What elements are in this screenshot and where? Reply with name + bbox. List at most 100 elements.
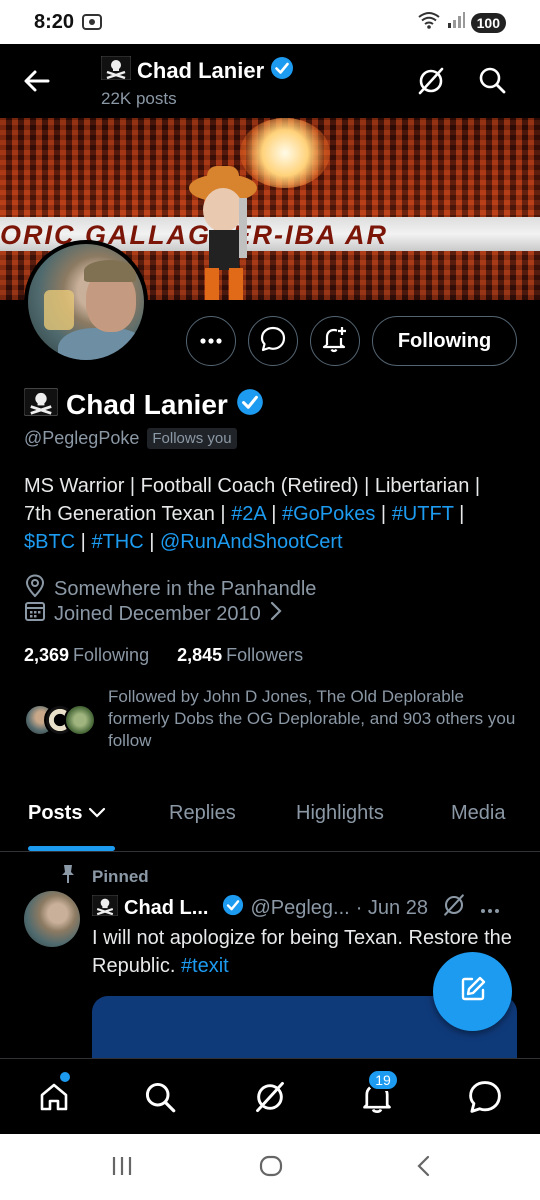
bio-separator: | (75, 531, 92, 553)
home-icon[interactable] (34, 1077, 74, 1117)
pinned-label-row: Pinned (60, 864, 149, 889)
avatar-glass (44, 290, 74, 330)
bell-plus-icon (321, 325, 349, 358)
hashtag-thc-link[interactable]: #THC (91, 531, 143, 553)
followers-stat[interactable]: 2,845 Followers (177, 645, 303, 666)
pin-icon (60, 864, 76, 889)
home-circle-icon[interactable] (259, 1154, 283, 1183)
hashtag-2a-link[interactable]: #2A (231, 503, 265, 525)
more-dots-icon (199, 332, 223, 350)
wifi-icon (417, 11, 441, 34)
battery-indicator: 100 (470, 12, 506, 33)
notify-subscribe-button[interactable] (310, 316, 360, 366)
bio-separator: | (453, 503, 465, 525)
chevron-right-icon (269, 600, 283, 628)
active-tab-indicator (28, 846, 115, 851)
mascot-figure (189, 166, 257, 300)
bio-separator: | (265, 503, 282, 525)
profile-handle: @PeglegPoke (24, 428, 140, 448)
following-stat[interactable]: 2,369 Following (24, 645, 149, 666)
bio-separator: | (143, 531, 160, 553)
following-button[interactable]: Following (372, 316, 517, 366)
tweet-author-handle[interactable]: @Pegleg... (250, 897, 349, 920)
verified-badge-icon[interactable] (236, 388, 264, 421)
avatar-cap (84, 260, 136, 282)
messages-icon[interactable] (465, 1077, 505, 1117)
message-bubble-icon (260, 326, 286, 357)
following-count: 2,369 (24, 645, 70, 665)
chevron-down-icon (88, 802, 106, 824)
following-label: Following (73, 645, 150, 665)
compose-pen-icon (458, 974, 488, 1009)
notifications-badge: 19 (367, 1069, 399, 1091)
grok-icon[interactable] (416, 66, 446, 101)
back-arrow-icon[interactable] (22, 66, 52, 96)
pirate-flag-icon (91, 894, 119, 922)
hashtag-utft-link[interactable]: #UTFT (392, 503, 454, 525)
tab-highlights[interactable]: Highlights (296, 802, 384, 825)
profile-top-bar: Chad Lanier 22K posts (0, 44, 540, 118)
profile-bio: MS Warrior | Football Coach (Retired) | … (24, 472, 524, 556)
follows-you-badge: Follows you (147, 428, 237, 449)
avatar-shirt (58, 328, 144, 360)
follow-stats: 2,369 Following 2,845 Followers (24, 645, 303, 666)
followers-count: 2,845 (177, 645, 223, 665)
bio-line-2: 7th Generation Texan | #2A | #GoPokes | … (24, 500, 524, 528)
bio-separator: | (375, 503, 392, 525)
pirate-flag-icon (23, 387, 59, 421)
verified-badge-icon (222, 894, 244, 922)
tweet-header: Chad L... @Pegleg... · Jun 28 (91, 893, 520, 923)
followed-by-text[interactable]: Followed by John D Jones, The Old Deplor… (108, 686, 518, 752)
tab-media[interactable]: Media (451, 802, 505, 825)
profile-location: Somewhere in the Panhandle (54, 577, 317, 600)
hashtag-texit-link[interactable]: #texit (181, 955, 229, 977)
hashtag-gopokes-link[interactable]: #GoPokes (282, 503, 375, 525)
bottom-nav-bar: 19 (0, 1058, 540, 1134)
search-icon[interactable] (478, 66, 506, 99)
status-icons: 100 (417, 11, 506, 34)
signal-icon (447, 12, 465, 33)
explore-search-icon[interactable] (140, 1077, 180, 1117)
mutual-followers-avatars[interactable] (24, 704, 96, 736)
mutual-avatar (64, 704, 96, 736)
profile-display-name: Chad Lanier (66, 388, 228, 420)
mention-runandshootcert-link[interactable]: @RunAndShootCert (160, 531, 343, 553)
tweet-more-icon[interactable] (480, 897, 500, 920)
cashtag-btc-link[interactable]: $BTC (24, 531, 75, 553)
tab-posts-label: Posts (28, 802, 83, 824)
tweet-author-name[interactable]: Chad L... (124, 897, 208, 920)
followers-label: Followers (226, 645, 304, 665)
profile-joined-date: Joined December 2010 (54, 602, 261, 625)
home-unread-dot (60, 1072, 70, 1082)
pirate-flag-icon (100, 55, 132, 86)
compose-post-button[interactable] (433, 952, 512, 1031)
message-button[interactable] (248, 316, 298, 366)
profile-avatar[interactable] (24, 240, 148, 364)
status-bar: 8:20 100 (0, 0, 540, 44)
more-options-button[interactable] (186, 316, 236, 366)
verified-badge-icon (270, 56, 294, 86)
post-count: 22K posts (101, 89, 177, 108)
profile-name-row: Chad Lanier (23, 387, 264, 421)
tab-replies[interactable]: Replies (169, 802, 236, 825)
profile-joined-row[interactable]: Joined December 2010 (24, 600, 283, 628)
tab-posts[interactable]: Posts (28, 802, 106, 825)
profile-tabs: Posts Replies Highlights Media (0, 790, 540, 852)
bio-line-1: MS Warrior | Football Coach (Retired) | … (24, 475, 481, 497)
status-time: 8:20 (34, 11, 75, 33)
pinned-label: Pinned (92, 866, 149, 886)
bio-text: 7th Generation Texan | (24, 503, 232, 525)
screen-record-icon (82, 13, 102, 36)
android-system-nav (0, 1134, 540, 1200)
grok-nav-icon[interactable] (250, 1077, 290, 1117)
calendar-icon (24, 600, 46, 628)
bio-line-3: $BTC | #THC | @RunAndShootCert (24, 528, 524, 556)
top-bar-name: Chad Lanier (137, 58, 265, 83)
top-bar-title: Chad Lanier (100, 55, 294, 86)
back-chevron-icon[interactable] (412, 1154, 436, 1183)
tweet-date: · Jun 28 (355, 896, 428, 919)
profile-handle-row: @PeglegPoke Follows you (24, 428, 237, 449)
grok-icon[interactable] (442, 893, 466, 923)
tweet-author-avatar[interactable] (24, 891, 80, 947)
recent-apps-icon[interactable] (110, 1154, 134, 1183)
